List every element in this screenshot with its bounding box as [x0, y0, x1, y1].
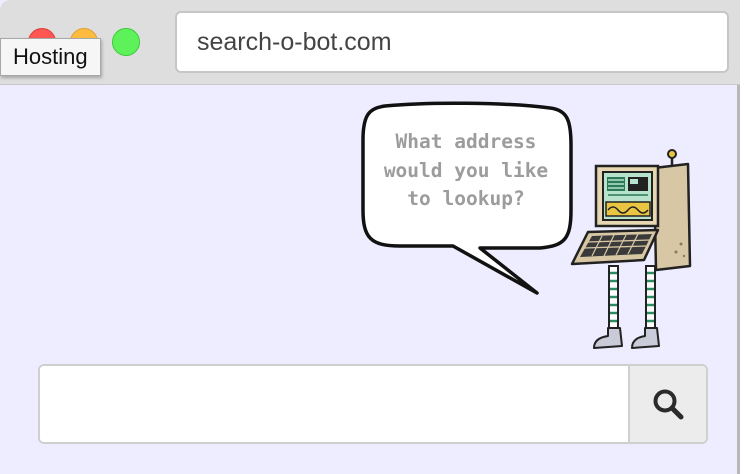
search-icon: [653, 389, 684, 420]
search-bar: [38, 364, 708, 444]
browser-window: search-o-bot.com Hosting What address wo…: [0, 0, 740, 474]
tooltip: Hosting: [0, 38, 101, 76]
search-button[interactable]: [628, 366, 706, 442]
title-bar: search-o-bot.com: [0, 0, 740, 85]
search-input[interactable]: [40, 366, 628, 442]
robot-mascot-icon: [570, 149, 692, 349]
speech-bubble-text: What address would you like to lookup?: [383, 130, 549, 210]
zoom-window-button[interactable]: [112, 28, 140, 56]
address-bar[interactable]: search-o-bot.com: [175, 11, 729, 73]
